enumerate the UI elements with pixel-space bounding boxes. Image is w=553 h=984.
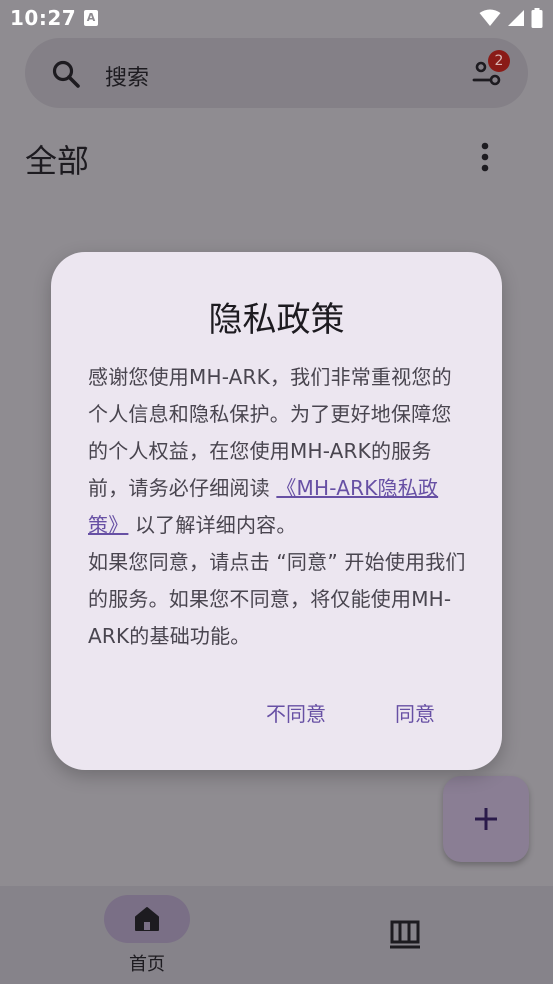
dialog-title: 隐私政策 [208, 300, 345, 340]
book-icon[interactable] [389, 919, 421, 951]
home-icon [135, 907, 159, 931]
add-fab-button[interactable] [443, 776, 529, 862]
search-bar[interactable]: 搜索 2 [25, 38, 528, 108]
status-time: 10:27 [10, 6, 77, 30]
wifi-icon [479, 9, 501, 26]
status-icons [479, 7, 543, 29]
agree-button[interactable]: 同意 [395, 698, 435, 727]
notification-a-icon: A [84, 10, 98, 26]
dialog-paragraph-2: 如果您同意，请点击 “同意” 开始使用我们的服务。如果您不同意，将仅能使用MH-… [88, 550, 466, 648]
status-bar: 10:27 A [0, 0, 553, 36]
page-title: 全部 [25, 142, 90, 180]
more-vert-icon[interactable] [473, 138, 497, 178]
app-screen: 10:27 A 搜索 2 全部 首页 隐私政策 感谢您使用MH-ARK，我们非常… [0, 0, 553, 984]
battery-icon [531, 8, 543, 28]
dialog-body: 感谢您使用MH-ARK，我们非常重视您的个人信息和隐私保护。为了更好地保障您的个… [88, 359, 468, 655]
search-icon [52, 60, 80, 88]
plus-icon [475, 808, 497, 830]
privacy-policy-dialog: 隐私政策 感谢您使用MH-ARK，我们非常重视您的个人信息和隐私保护。为了更好地… [51, 252, 502, 770]
disagree-button[interactable]: 不同意 [266, 698, 326, 727]
search-input[interactable]: 搜索 [105, 60, 149, 92]
dialog-paragraph-1: 感谢您使用MH-ARK，我们非常重视您的个人信息和隐私保护。为了更好地保障您的个… [88, 359, 468, 544]
nav-home-label: 首页 [129, 954, 165, 975]
bottom-navigation: 首页 [0, 886, 553, 984]
filter-badge: 2 [488, 50, 510, 72]
signal-icon [508, 10, 524, 26]
dialog-body-text-2: 以了解详细内容。 [128, 513, 297, 537]
nav-item-home[interactable] [104, 895, 190, 943]
